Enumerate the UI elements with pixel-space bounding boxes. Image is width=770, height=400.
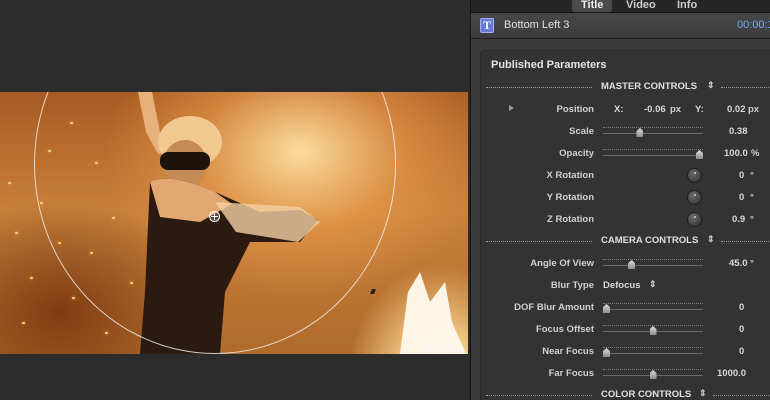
opacity-slider[interactable] [603,148,703,160]
param-near-focus: Near Focus 0 [481,343,770,361]
section-title: CAMERA CONTROLS [601,235,699,246]
slider-knob[interactable] [603,304,610,313]
param-label: Near Focus [542,346,594,357]
published-parameters-panel: Published Parameters MASTER CONTROLS ⇕ P… [480,50,770,400]
panel-title: Published Parameters [491,59,607,71]
up-down-arrows-icon[interactable]: ⇕ [707,234,715,245]
param-position: Position X: -0.06 px Y: 0.02 px [481,101,770,119]
param-label: DOF Blur Amount [514,302,594,313]
section-camera-controls[interactable]: CAMERA CONTROLS ⇕ [481,233,770,251]
dof-blur-value[interactable]: 0 [739,302,744,313]
section-title: MASTER CONTROLS [601,81,698,92]
slider-knob[interactable] [628,260,636,269]
dof-blur-slider[interactable] [603,302,703,314]
slider-knob[interactable] [603,348,610,357]
tab-title[interactable]: Title [572,0,613,12]
section-color-controls[interactable]: COLOR CONTROLS ⇕ [481,387,770,400]
slider-knob[interactable] [696,150,703,159]
param-scale: Scale 0.38 [481,123,770,141]
blur-type-popup[interactable]: Defocus [603,280,640,291]
focus-center-handle-icon[interactable] [209,211,220,222]
clip-name: Bottom Left 3 [504,19,570,31]
opacity-value[interactable]: 100.0 [724,148,748,159]
near-focus-slider[interactable] [603,346,703,358]
section-divider [721,241,770,242]
z-rotation-value[interactable]: 0.9 [732,214,745,225]
degree-unit: ° [750,258,754,269]
param-opacity: Opacity 100.0 % [481,145,770,163]
param-label: Blur Type [550,280,594,291]
timecode: 00:00:1 [737,19,770,31]
disclosure-triangle-icon[interactable] [509,105,514,111]
up-down-arrows-icon[interactable]: ⇕ [649,279,657,290]
section-divider [713,395,770,396]
param-x-rotation: X Rotation 0 ° [481,167,770,185]
section-divider [486,241,592,242]
slider-knob[interactable] [649,326,657,335]
param-blur-type: Blur Type Defocus ⇕ [481,277,770,295]
param-focus-offset: Focus Offset 0 [481,321,770,339]
param-far-focus: Far Focus 1000.0 [481,365,770,383]
param-label: Z Rotation [547,214,594,225]
far-focus-slider[interactable] [603,368,703,380]
degree-unit: ° [750,170,754,181]
param-label: Y Rotation [546,192,594,203]
angle-of-view-slider[interactable] [603,258,703,270]
param-y-rotation: Y Rotation 0 ° [481,189,770,207]
section-title: COLOR CONTROLS [601,389,692,400]
near-focus-value[interactable]: 0 [739,346,744,357]
tab-info[interactable]: Info [668,0,706,12]
opacity-unit: % [751,148,760,159]
z-rotation-dial-icon[interactable] [687,212,702,227]
far-focus-value[interactable]: 1000.0 [717,368,746,379]
param-label: Far Focus [548,368,594,379]
slider-knob[interactable] [649,370,657,379]
focus-offset-slider[interactable] [603,324,703,336]
position-x-unit: px [670,104,682,115]
param-z-rotation: Z Rotation 0.9 ° [481,211,770,229]
slider-knob[interactable] [636,128,644,137]
param-angle-of-view: Angle Of View 45.0 ° [481,255,770,273]
up-down-arrows-icon[interactable]: ⇕ [699,388,707,399]
title-T-icon: T [480,18,494,33]
param-label: Angle Of View [530,258,594,269]
inspector-tab-bar: Title Video Info [471,0,770,13]
position-y-unit: px [748,104,760,115]
section-divider [486,395,592,396]
x-rotation-dial-icon[interactable] [687,168,702,183]
section-divider [486,87,592,88]
param-label: Position [556,104,594,115]
section-divider [721,87,770,88]
viewer [0,0,470,400]
focus-offset-value[interactable]: 0 [739,324,744,335]
scale-slider[interactable] [603,126,703,138]
x-rotation-value[interactable]: 0 [739,170,744,181]
tab-video[interactable]: Video [617,0,665,12]
section-master-controls[interactable]: MASTER CONTROLS ⇕ [481,79,770,97]
scale-value[interactable]: 0.38 [729,126,748,137]
param-label: Focus Offset [535,324,594,335]
param-label: Opacity [559,148,594,159]
position-x-label: X: [614,104,624,115]
param-label: Scale [569,126,594,137]
y-rotation-dial-icon[interactable] [687,190,702,205]
position-x-value[interactable]: -0.06 [644,104,666,115]
up-down-arrows-icon[interactable]: ⇕ [707,80,715,91]
degree-unit: ° [750,214,754,225]
param-dof-blur-amount: DOF Blur Amount 0 [481,299,770,317]
y-rotation-value[interactable]: 0 [739,192,744,203]
position-y-label: Y: [695,104,704,115]
param-label: X Rotation [546,170,595,181]
degree-unit: ° [750,192,754,203]
inspector-header: T Bottom Left 3 00:00:1 [471,13,770,39]
position-y-value[interactable]: 0.02 [727,104,746,115]
video-frame[interactable] [0,92,468,354]
inspector-panel: Title Video Info T Bottom Left 3 00:00:1… [470,0,770,400]
angle-of-view-value[interactable]: 45.0 [729,258,748,269]
